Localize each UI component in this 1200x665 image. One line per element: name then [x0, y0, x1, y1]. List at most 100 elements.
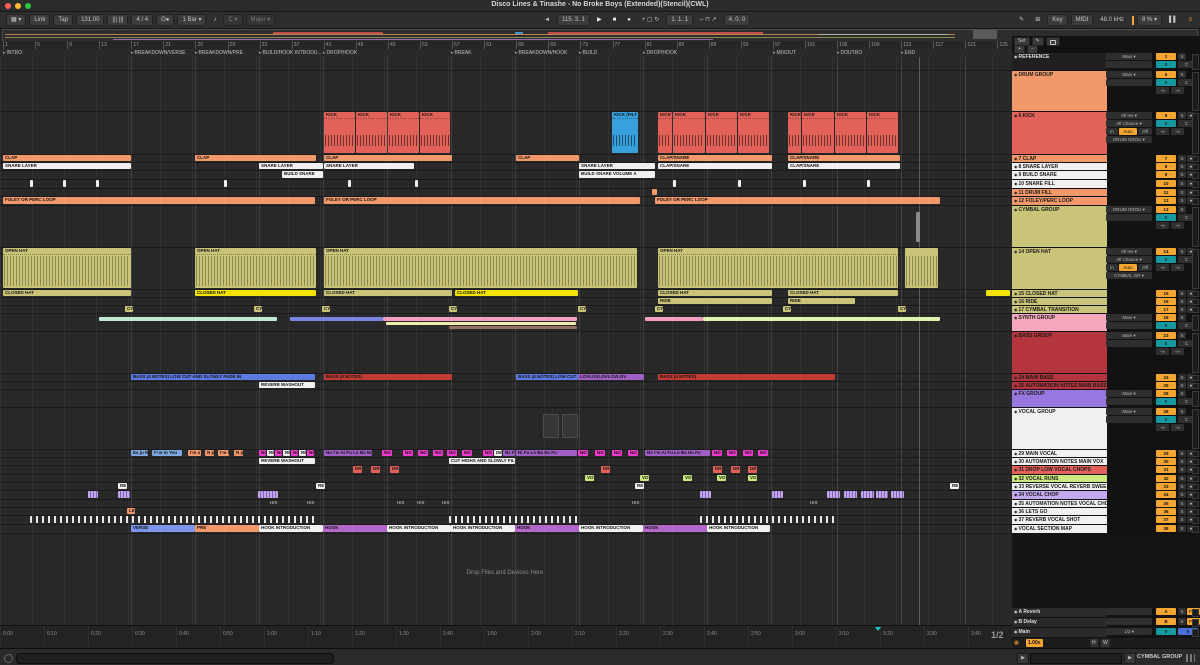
track-name[interactable]: ◉7 CLAP — [1012, 155, 1107, 162]
clip[interactable]: BUILD SNARE VOLUME A — [579, 171, 655, 178]
input-channel-menu[interactable]: All Channe ▾ — [1106, 256, 1152, 263]
track-name[interactable]: ◉DRUM GROUP — [1012, 71, 1107, 111]
clip[interactable]: DE — [494, 450, 502, 456]
overdub-buttons[interactable]: + ▢ ↻ — [638, 15, 664, 25]
clip[interactable]: BASS (4 NOTES) LOW CUT A — [516, 374, 578, 380]
clip[interactable]: VERSE — [131, 525, 195, 532]
clip[interactable]: DR — [713, 466, 722, 473]
track-name[interactable]: ◉8 SNARE LAYER — [1012, 163, 1107, 170]
return-letter[interactable]: A — [1156, 608, 1176, 615]
clip[interactable] — [415, 180, 418, 187]
solo-button[interactable]: S — [1178, 248, 1186, 255]
locator-flag[interactable]: DROP/HOOK — [643, 49, 678, 57]
clip[interactable]: I'l w to You — [152, 450, 182, 456]
loop-marker-icon[interactable] — [875, 627, 881, 631]
clip[interactable]: No I'm Ai Fu Lo Ba No Fu — [324, 450, 372, 456]
track-lane[interactable]: REVERB WASHOUT — [0, 382, 1012, 390]
next-device-icon[interactable]: ▶ — [1124, 653, 1136, 664]
solo-button[interactable]: S — [1178, 525, 1186, 532]
clip[interactable]: FOLEY OR PERC LOOP — [324, 197, 640, 204]
track-lane[interactable]: CLOSED HAT CLOSED HAT CLOSED HAT CLOSED HAT… — [0, 290, 1012, 298]
clip[interactable] — [738, 180, 741, 187]
clip[interactable]: CLAP — [195, 155, 316, 161]
playback-speed-field[interactable]: 1.00x — [1026, 639, 1043, 647]
track-name[interactable]: ◉CYMBAL GROUP — [1012, 206, 1107, 247]
clip[interactable] — [891, 491, 904, 498]
volume-field[interactable]: 0 — [1156, 61, 1176, 68]
clip[interactable]: OPEN HAT — [195, 248, 316, 288]
track-number[interactable]: 25 — [1156, 382, 1176, 389]
clip[interactable]: NO — [578, 450, 588, 456]
track-lane[interactable]: CY CY CY CY CY CY CY CY — [0, 306, 1012, 314]
clip[interactable] — [88, 491, 98, 498]
track-lane[interactable]: SNARE LAYER SNARE LAYER SNARE LAYER SNARE L… — [0, 163, 1012, 171]
meter-db-right[interactable]: -∞ — [1171, 222, 1184, 229]
track-lane[interactable] — [0, 516, 1012, 525]
clip[interactable]: FOLEY OR PERC LOOP — [655, 197, 940, 204]
clip[interactable]: CLAP — [324, 155, 452, 161]
track-lane[interactable]: HIX HIX HIX HIX HIX HIX HIX — [0, 500, 1012, 508]
locator-flag[interactable]: INTRO — [3, 49, 23, 57]
track-number[interactable]: 30 — [1156, 458, 1176, 465]
clip[interactable]: CLAP/SNARE — [658, 163, 772, 169]
track-name[interactable]: ◉32 VOCAL RUNS — [1012, 475, 1107, 482]
clip[interactable]: NO — [382, 450, 392, 456]
track-lane[interactable] — [0, 491, 1012, 500]
clip[interactable]: CY — [655, 306, 663, 312]
clip[interactable]: HOOK INTRODUCTION — [707, 525, 770, 532]
clip[interactable]: KICK — [867, 112, 898, 153]
solo-button[interactable]: S — [1178, 450, 1186, 457]
volume-field[interactable]: 0 — [1156, 256, 1176, 263]
solo-button[interactable]: S — [1178, 483, 1186, 490]
clip[interactable]: CY — [898, 306, 906, 312]
clip[interactable]: KICK — [673, 112, 705, 153]
track-name[interactable]: ◉15 CLOSED HAT — [1012, 290, 1107, 297]
meter-db-right[interactable]: -∞ — [1171, 348, 1184, 355]
clip[interactable] — [96, 180, 99, 187]
volume-field[interactable]: 0 — [1156, 79, 1176, 86]
track-name[interactable]: ◉25 AUTOMATION NOTES MAIN BASS — [1012, 382, 1107, 389]
clip[interactable] — [861, 491, 874, 498]
track-name[interactable]: ◉29 MAIN VOCAL — [1012, 450, 1107, 457]
track-number[interactable]: 15 — [1156, 290, 1176, 297]
track-number[interactable]: 28 — [1156, 408, 1176, 415]
track-number[interactable]: 38 — [1156, 525, 1176, 532]
routing-spare-box[interactable] — [1106, 416, 1152, 423]
clip[interactable]: VO — [640, 475, 649, 481]
solo-button[interactable]: S — [1178, 516, 1186, 523]
clip[interactable]: FOLEY OR PERC LOOP — [3, 197, 315, 204]
track-lane[interactable]: RE RE RE RE — [0, 483, 1012, 491]
clip[interactable]: HOOK INTRODUCTION — [451, 525, 515, 532]
clip[interactable]: N p — [234, 450, 243, 456]
track-number[interactable]: 8 — [1156, 163, 1176, 170]
nudge-buttons[interactable]: ||| ||| — [107, 14, 129, 26]
track-number[interactable]: 33 — [1156, 483, 1176, 490]
clip[interactable] — [562, 414, 578, 438]
clip[interactable]: DR — [371, 466, 380, 473]
solo-button[interactable]: S — [1178, 155, 1186, 162]
track-name[interactable]: ◉37 REVERB VOCAL SHOT — [1012, 516, 1107, 524]
track-number[interactable]: 16 — [1156, 298, 1176, 305]
draw-grid-icon[interactable]: ▦ — [1014, 639, 1019, 647]
clip[interactable]: CY — [578, 306, 586, 312]
solo-button[interactable]: S — [1178, 458, 1186, 465]
solo-button[interactable]: S — [1178, 171, 1186, 178]
track-number[interactable]: 10 — [1156, 180, 1176, 187]
solo-button[interactable]: S — [1178, 112, 1186, 119]
return-track-name[interactable]: ◉A Reverb — [1012, 608, 1107, 617]
clip[interactable]: SNARE LAYER — [579, 163, 655, 169]
track-number[interactable]: 36 — [1156, 508, 1176, 515]
track-name[interactable]: ◉34 VOCAL CHOP — [1012, 491, 1107, 499]
clip[interactable]: KICK — [835, 112, 866, 153]
clip[interactable]: OPEN HAT — [324, 248, 637, 288]
clip[interactable]: HOOK — [643, 525, 707, 532]
track-lane[interactable] — [0, 180, 1012, 189]
clip[interactable] — [867, 180, 870, 187]
return-solo-button[interactable]: S — [1178, 618, 1186, 625]
solo-button[interactable]: S — [1178, 189, 1186, 196]
clip[interactable] — [645, 317, 703, 321]
track-number[interactable]: 37 — [1156, 516, 1176, 523]
clip[interactable]: NO — [483, 450, 493, 456]
return-track-name[interactable]: ◉Main — [1012, 628, 1107, 637]
meter-db-left[interactable]: -∞ — [1156, 424, 1169, 431]
